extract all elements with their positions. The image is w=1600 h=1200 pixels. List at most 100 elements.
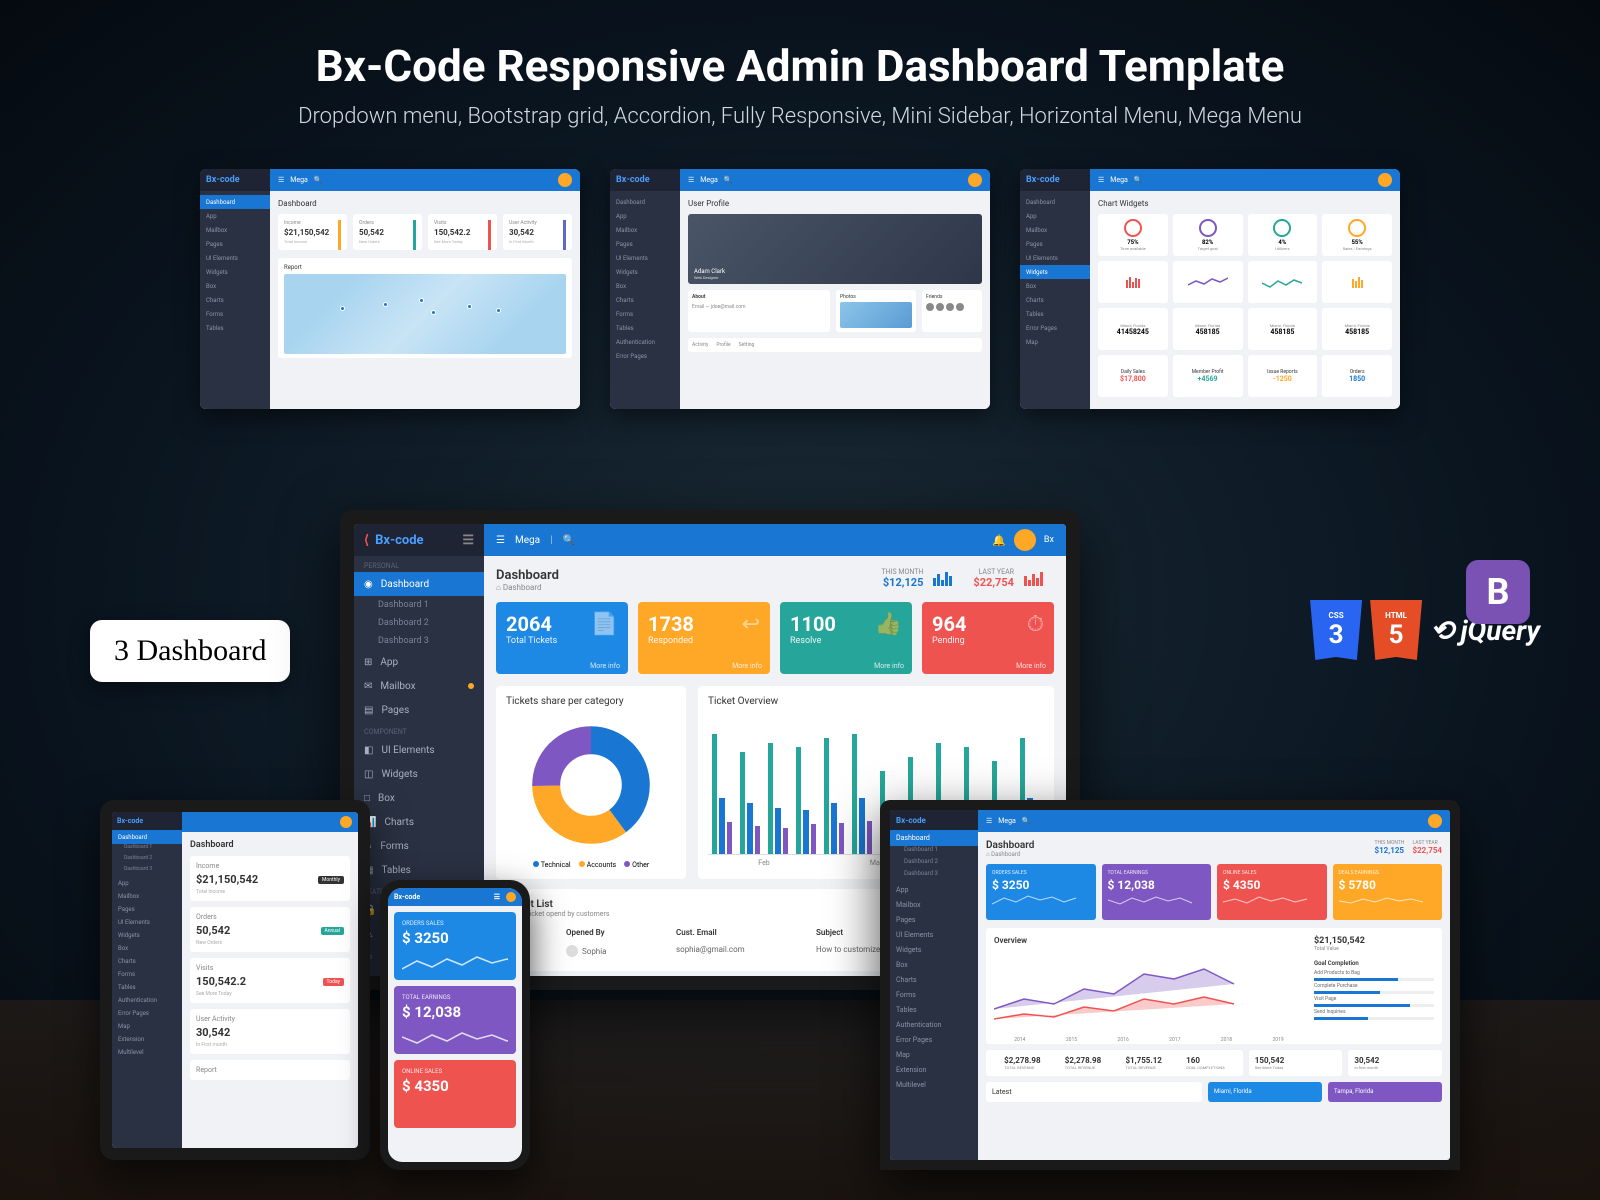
nav-item[interactable]: Map [890,1047,978,1062]
nav-item[interactable]: UI Elements [112,916,182,929]
menu-icon[interactable]: ☰ [986,817,992,825]
nav-item[interactable]: Tables [1020,307,1090,321]
nav-dashboard[interactable]: Dashboard [112,830,182,844]
nav-item[interactable]: Map [112,1020,182,1033]
nav-item[interactable]: App [890,882,978,897]
tile-resolve[interactable]: 1100Resolve👍More info [780,602,912,674]
nav-item[interactable]: Widgets [200,265,270,279]
nav-item[interactable]: Box [1020,279,1090,293]
preview-dashboard-1[interactable]: Bx-code Dashboard App Mailbox Pages UI E… [200,169,580,409]
logo[interactable]: Bx-code [890,810,978,830]
nav-item[interactable]: Charts [610,293,680,307]
nav-item[interactable]: App [610,209,680,223]
nav-item[interactable]: Forms [610,307,680,321]
nav-forms[interactable]: ✎Forms [354,834,484,858]
nav-item[interactable]: App [1020,209,1090,223]
tile-order-sales[interactable]: ORDERS SALES$ 3250 [394,912,516,980]
nav-sub[interactable]: Dashboard 2 [890,858,978,870]
nav-item[interactable]: Widgets [610,265,680,279]
tile-total-earnings[interactable]: TOTAL EARNINGS$ 12,038 [394,986,516,1054]
avatar[interactable] [1428,814,1442,828]
nav-sub[interactable]: Dashboard 1 [354,596,484,614]
world-map[interactable] [284,274,566,354]
nav-item[interactable]: Error Pages [610,349,680,363]
nav-item[interactable]: Mailbox [1020,223,1090,237]
nav-widgets[interactable]: ◫Widgets [354,762,484,786]
nav-item[interactable]: Error Pages [1020,321,1090,335]
profile-tabs[interactable]: ActivityProfileSetting [688,338,982,352]
tile-online-sales[interactable]: ONLINE SALES$ 4350 [394,1060,516,1128]
nav-item[interactable]: Mailbox [112,890,182,903]
menu-icon[interactable]: ☰ [1098,176,1104,184]
search-icon[interactable]: 🔍 [1022,817,1031,825]
avatar[interactable] [506,892,516,902]
nav-item[interactable]: Dashboard [1020,195,1090,209]
nav-item[interactable]: Multilevel [112,1046,182,1059]
nav-mailbox[interactable]: ✉Mailbox [354,674,484,698]
nav-item[interactable]: Error Pages [112,1007,182,1020]
avatar[interactable] [1014,529,1036,551]
nav-sub[interactable]: Dashboard 3 [890,870,978,882]
nav-charts[interactable]: 📊Charts [354,810,484,834]
nav-item[interactable]: Tables [200,321,270,335]
search-icon[interactable]: 🔍 [563,535,575,546]
nav-sub[interactable]: Dashboard 1 [890,846,978,858]
nav-item[interactable]: Charts [112,955,182,968]
nav-item[interactable]: Extension [890,1062,978,1077]
nav-box[interactable]: □Box [354,786,484,810]
nav-item[interactable]: Dashboard [610,195,680,209]
nav-item[interactable]: Mailbox [890,897,978,912]
preview-user-profile[interactable]: Bx-code Dashboard App Mailbox Pages UI E… [610,169,990,409]
nav-sub[interactable]: Dashboard 3 [354,632,484,650]
nav-item[interactable]: Extension [112,1033,182,1046]
nav-dashboard[interactable]: ◉Dashboard [354,572,484,596]
logo[interactable]: Bx-code [610,169,680,191]
logo[interactable]: ⟨Bx-code☰ [354,524,484,556]
nav-item[interactable]: Charts [890,972,978,987]
nav-item[interactable]: Multilevel [890,1077,978,1092]
tile-pending[interactable]: 964Pending⏱More info [922,602,1054,674]
menu-icon[interactable]: ☰ [494,893,500,901]
nav-item[interactable]: Tables [610,321,680,335]
city-tile[interactable]: Miami, Florida [1208,1082,1322,1102]
nav-item[interactable]: Mailbox [200,223,270,237]
menu-icon[interactable]: ☰ [688,176,694,184]
menu-icon[interactable]: ☰ [462,533,474,548]
nav-item[interactable]: Box [890,957,978,972]
tile-online[interactable]: ONLINE SALES$ 4350 [1217,864,1327,920]
nav-tables[interactable]: ▦Tables [354,858,484,882]
nav-item[interactable]: Box [610,279,680,293]
nav-item[interactable]: App [200,209,270,223]
nav-item[interactable]: Forms [112,968,182,981]
nav-item[interactable]: Authentication [610,335,680,349]
avatar[interactable] [968,173,982,187]
nav-item[interactable]: Pages [890,912,978,927]
nav-item[interactable]: Map [1020,335,1090,349]
tile-responded[interactable]: 1738Responded↩More info [638,602,770,674]
nav-item[interactable]: Widgets [112,929,182,942]
nav-widgets[interactable]: Widgets [1020,265,1090,279]
nav-item[interactable]: Mailbox [610,223,680,237]
nav-dashboard[interactable]: Dashboard [890,830,978,846]
menu-icon[interactable]: ☰ [496,535,505,546]
search-icon[interactable]: 🔍 [314,176,323,184]
tile-total-tickets[interactable]: 2064Total Tickets📄More info [496,602,628,674]
nav-item[interactable]: Charts [1020,293,1090,307]
nav-item[interactable]: Charts [200,293,270,307]
nav-ui[interactable]: ◧UI Elements [354,738,484,762]
nav-item[interactable]: Tables [890,1002,978,1017]
nav-app[interactable]: ⊞App [354,650,484,674]
nav-item[interactable]: Widgets [890,942,978,957]
nav-item[interactable]: UI Elements [890,927,978,942]
nav-item[interactable]: Authentication [112,994,182,1007]
nav-item[interactable]: Box [112,942,182,955]
nav-sub[interactable]: Dashboard 1 [112,844,182,855]
avatar[interactable] [558,173,572,187]
avatar[interactable] [340,816,352,828]
avatar[interactable] [1378,173,1392,187]
city-tile[interactable]: Tampa, Florida [1328,1082,1442,1102]
nav-dashboard[interactable]: Dashboard [200,195,270,209]
logo[interactable]: Bx-code [112,812,182,830]
tile-deals[interactable]: DEALS EARNINGS$ 5780 [1333,864,1443,920]
nav-item[interactable]: UI Elements [200,251,270,265]
